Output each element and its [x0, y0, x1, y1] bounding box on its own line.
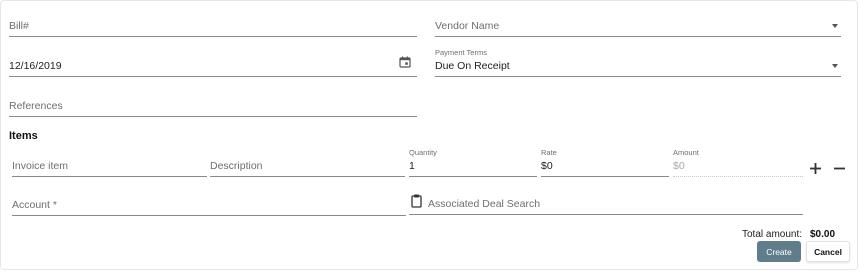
invoice-item-field[interactable]: Invoice item [12, 156, 207, 177]
bill-number-field[interactable]: Bill# [9, 16, 417, 37]
account-field[interactable]: Account * [12, 195, 406, 216]
rate-value: $0 [541, 160, 553, 172]
quantity-field[interactable]: Quantity 1 [409, 148, 537, 177]
rate-field[interactable]: Rate $0 [541, 148, 669, 177]
amount-value: $0 [673, 160, 685, 172]
description-field[interactable]: Description [210, 156, 405, 177]
cancel-button[interactable]: Cancel [806, 241, 850, 262]
amount-label: Amount [673, 148, 699, 157]
minus-icon[interactable] [832, 161, 846, 175]
rate-label: Rate [541, 148, 557, 157]
plus-icon[interactable] [808, 161, 822, 175]
vendor-dropdown-chevron-icon[interactable] [832, 24, 838, 28]
invoice-item-placeholder: Invoice item [12, 160, 69, 172]
bill-date-field[interactable]: 12/16/2019 [9, 56, 417, 77]
total-amount-value: $0.00 [810, 229, 836, 240]
deal-search-placeholder: Associated Deal Search [428, 198, 541, 210]
create-button[interactable]: Create [757, 241, 801, 262]
quantity-label: Quantity [409, 148, 437, 157]
calendar-icon[interactable] [398, 55, 412, 69]
bill-number-placeholder: Bill# [9, 20, 29, 32]
total-amount-label: Total amount: [742, 229, 803, 240]
payment-terms-label: Payment Terms [435, 48, 487, 57]
bill-date-value: 12/16/2019 [9, 60, 62, 72]
payment-terms-value: Due On Receipt [435, 60, 510, 72]
payment-terms-chevron-icon[interactable] [832, 64, 838, 68]
references-field[interactable]: References [9, 96, 417, 117]
vendor-name-select[interactable]: Vendor Name [435, 16, 841, 37]
references-placeholder: References [9, 100, 63, 112]
description-placeholder: Description [210, 160, 263, 172]
vendor-name-placeholder: Vendor Name [435, 20, 500, 32]
clipboard-icon [409, 193, 423, 209]
account-placeholder: Account * [12, 199, 57, 211]
quantity-value: 1 [409, 160, 415, 172]
deal-search-field[interactable]: Associated Deal Search [409, 195, 803, 215]
payment-terms-select[interactable]: Payment Terms Due On Receipt [435, 48, 841, 77]
items-heading: Items [9, 130, 38, 142]
amount-field: Amount $0 [673, 148, 803, 177]
bill-form-panel [0, 0, 858, 270]
